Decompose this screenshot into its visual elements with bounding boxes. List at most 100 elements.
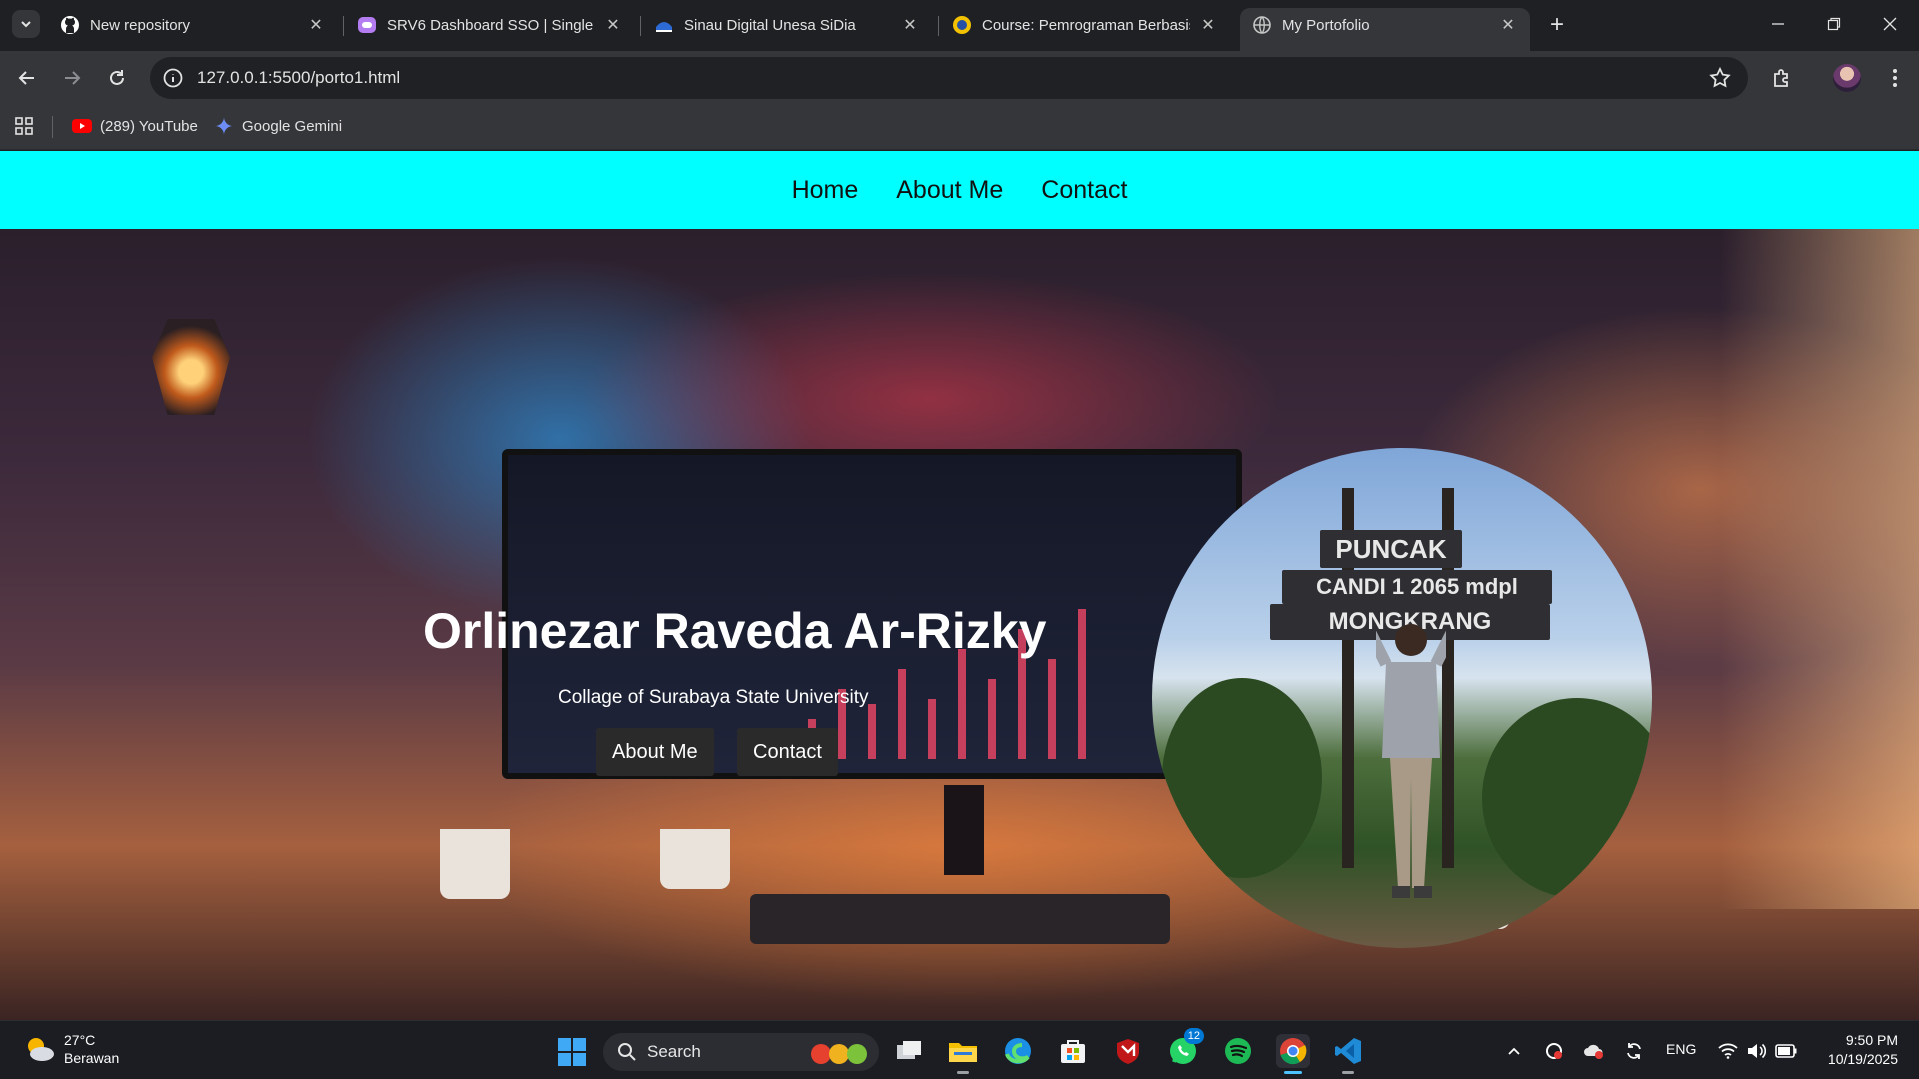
windows-start-icon[interactable]: [557, 1037, 587, 1067]
tray-wifi[interactable]: [1716, 1039, 1740, 1063]
address-bar[interactable]: 127.0.0.1:5500/porto1.html: [150, 57, 1748, 99]
sidia-icon: [654, 15, 674, 35]
close-icon[interactable]: ✕: [603, 15, 623, 35]
whatsapp-app[interactable]: 12: [1166, 1028, 1204, 1068]
hero-background-stand: [944, 785, 984, 875]
tab-my-portofolio[interactable]: My Portofolio ✕: [1240, 8, 1530, 51]
close-icon[interactable]: ✕: [900, 15, 920, 35]
bookmark-label: Google Gemini: [242, 117, 343, 135]
arrow-right-icon: [65, 71, 81, 85]
close-icon[interactable]: ✕: [1198, 15, 1218, 35]
clock-time: 9:50 PM: [1845, 1032, 1898, 1048]
shield-icon: [1117, 1039, 1139, 1064]
language-indicator[interactable]: ENG: [1666, 1041, 1696, 1057]
srv6-icon: [357, 15, 377, 35]
tray-onedrive[interactable]: [1582, 1039, 1606, 1063]
tab-course-pemrograman[interactable]: Course: Pemrograman Berbasis ✕: [940, 8, 1230, 42]
profile-avatar[interactable]: [1833, 64, 1861, 92]
tray-battery[interactable]: [1774, 1039, 1798, 1063]
tab-search-button[interactable]: [12, 10, 40, 38]
store-icon: [1061, 1040, 1085, 1063]
back-button[interactable]: [10, 61, 44, 95]
about-me-button[interactable]: About Me: [596, 728, 714, 776]
menu-button[interactable]: [1880, 63, 1910, 93]
reload-button[interactable]: [100, 61, 134, 95]
spotify-icon: [1225, 1038, 1251, 1064]
puzzle-icon: [1774, 69, 1788, 87]
nav-link-about-me[interactable]: About Me: [896, 176, 1003, 205]
extensions-button[interactable]: [1767, 63, 1797, 93]
edge-app[interactable]: [1001, 1034, 1035, 1068]
vscode-app[interactable]: [1331, 1034, 1365, 1074]
tray-app-1[interactable]: [1542, 1039, 1566, 1063]
notification-badge: 12: [1183, 1028, 1204, 1044]
close-icon[interactable]: ✕: [306, 15, 326, 35]
bookmark-gemini[interactable]: Google Gemini: [214, 116, 342, 136]
close-icon[interactable]: ✕: [1498, 15, 1518, 35]
chrome-icon: [1280, 1038, 1307, 1065]
tab-srv6-dashboard[interactable]: SRV6 Dashboard SSO | Single S ✕: [345, 8, 635, 42]
url-text[interactable]: 127.0.0.1:5500/porto1.html: [197, 68, 400, 88]
tab-divider: [640, 16, 641, 36]
microsoft-store-app[interactable]: [1056, 1034, 1090, 1068]
task-view-icon: [897, 1041, 921, 1059]
mcafee-app[interactable]: [1111, 1034, 1145, 1068]
person-figure: [1376, 624, 1446, 898]
windows-taskbar: 27°C Berawan Search 12 ENG 9:50 PM 10/19…: [0, 1020, 1919, 1079]
tray-volume[interactable]: [1744, 1039, 1768, 1063]
clock-date: 10/19/2025: [1827, 1051, 1898, 1067]
partly-cloudy-icon: [28, 1038, 54, 1061]
bookmark-youtube[interactable]: (289) YouTube: [72, 116, 198, 136]
bookmarks-bar: (289) YouTube Google Gemini: [0, 106, 1919, 150]
fruit-decoration-icon: [811, 1044, 867, 1064]
gemini-icon: [214, 116, 234, 136]
tab-divider: [343, 16, 344, 36]
bookmark-label: (289) YouTube: [100, 117, 198, 135]
tab-new-repository[interactable]: New repository ✕: [48, 8, 338, 42]
hero-background-cup: [440, 829, 510, 899]
taskbar-search[interactable]: Search: [603, 1033, 879, 1071]
tray-update[interactable]: [1622, 1039, 1646, 1063]
taskview-app[interactable]: [892, 1034, 926, 1068]
sign-line-1: PUNCAK: [1320, 530, 1462, 568]
contact-button[interactable]: Contact: [737, 728, 838, 776]
profile-photo: PUNCAK CANDI 1 2065 mdpl MONGKRANG: [1152, 448, 1652, 948]
tab-label: Sinau Digital Unesa SiDia: [684, 16, 856, 34]
reload-icon: [110, 70, 124, 85]
forward-button[interactable]: [55, 61, 89, 95]
apps-grid-icon[interactable]: [14, 116, 34, 136]
star-icon[interactable]: [1708, 66, 1732, 90]
arrow-left-icon: [18, 71, 34, 85]
running-indicator: [1342, 1071, 1354, 1074]
search-icon: [618, 1043, 636, 1061]
file-explorer-app[interactable]: [946, 1034, 980, 1074]
youtube-icon: [72, 116, 92, 136]
tray-overflow-button[interactable]: [1502, 1039, 1526, 1063]
tab-label: New repository: [90, 16, 191, 34]
edge-icon: [1005, 1038, 1031, 1064]
minimize-button[interactable]: [1750, 0, 1806, 48]
vscode-icon: [1335, 1038, 1361, 1064]
tab-divider: [938, 16, 939, 36]
system-clock[interactable]: 9:50 PM 10/19/2025: [1818, 1031, 1898, 1069]
chevron-down-icon: [21, 21, 31, 28]
spotify-app[interactable]: [1221, 1034, 1255, 1068]
nav-link-contact[interactable]: Contact: [1041, 176, 1127, 205]
info-icon[interactable]: [162, 67, 184, 89]
hero-name: Orlinezar Raveda Ar-Rizky: [423, 603, 1047, 659]
minimize-icon: [1772, 23, 1784, 25]
browser-toolbar: 127.0.0.1:5500/porto1.html: [0, 51, 1919, 106]
page-viewport: Home About Me Contact Orlinezar Raveda A…: [0, 151, 1919, 1020]
hero-background-keyboard: [750, 894, 1170, 944]
hero-background-cup: [660, 829, 730, 889]
chrome-app[interactable]: [1276, 1034, 1310, 1074]
restore-button[interactable]: [1806, 0, 1862, 48]
hero-background-window: [1720, 229, 1919, 909]
nav-link-home[interactable]: Home: [792, 176, 859, 205]
tab-sinau-digital[interactable]: Sinau Digital Unesa SiDia ✕: [642, 8, 932, 42]
close-window-button[interactable]: [1862, 0, 1918, 48]
chevron-up-icon: [1508, 1047, 1520, 1055]
weather-widget[interactable]: 27°C Berawan: [22, 1031, 119, 1067]
new-tab-button[interactable]: +: [1544, 11, 1570, 38]
active-indicator: [1284, 1071, 1302, 1074]
